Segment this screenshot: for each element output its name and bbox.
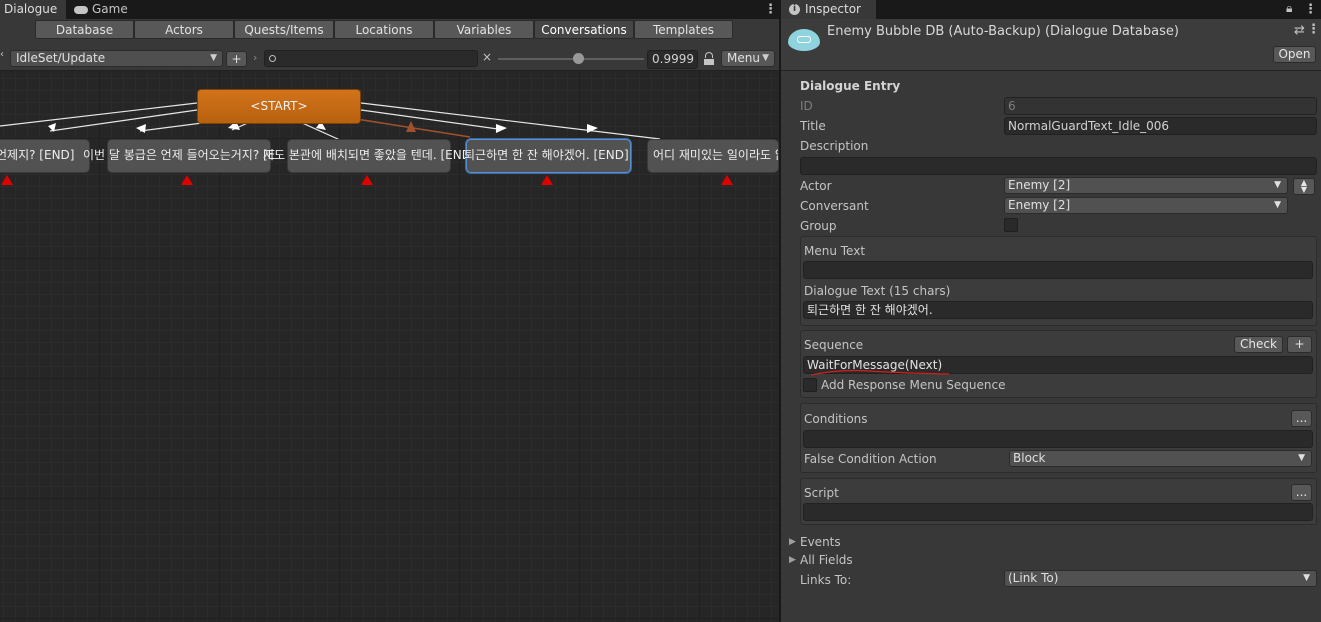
dialogue-text-label: Dialogue Text (15 chars) (804, 284, 951, 298)
section-dialogue-entry: Dialogue Entry (800, 79, 901, 93)
false-condition-value: Block (1013, 451, 1046, 465)
warning-marker-icon (361, 175, 373, 185)
info-icon: i (789, 4, 800, 15)
conditions-box: Conditions ... False Condition Action Bl… (800, 403, 1317, 473)
links-to-value: (Link To) (1008, 571, 1059, 585)
link-arrow-icon (496, 124, 507, 133)
title-label: Title (800, 119, 826, 133)
dialogue-node-text: 퇴근하면 한 잔 해야겠어. [END] (464, 148, 629, 162)
add-sequence-button[interactable]: + (1287, 336, 1312, 353)
id-field: 6 (1004, 97, 1317, 115)
all-fields-foldout[interactable]: All Fields (800, 553, 853, 567)
check-button[interactable]: Check (1234, 336, 1283, 353)
warning-marker-icon (181, 175, 193, 185)
more-options-icon[interactable]: ⋮ (1304, 0, 1317, 19)
false-condition-dropdown[interactable]: Block ▼ (1009, 450, 1312, 467)
dropdown-arrow-icon: ▼ (1274, 200, 1281, 210)
link-line (360, 102, 661, 140)
id-label: ID (800, 99, 813, 113)
lock-icon[interactable]: 🔒︎ (1286, 1, 1292, 16)
link-arrow-icon (136, 124, 146, 133)
inspector-tab-strip: i Inspector 🔒︎ ⋮ (781, 0, 1321, 19)
group-label: Group (800, 219, 837, 233)
menu-text-field[interactable] (803, 261, 1313, 279)
settings-sliders-icon[interactable]: ⇄ (1294, 23, 1305, 38)
script-wizard-button[interactable]: ... (1291, 484, 1312, 501)
conditions-field[interactable] (803, 430, 1313, 448)
events-foldout[interactable]: Events (800, 535, 841, 549)
add-response-checkbox[interactable] (803, 378, 817, 392)
start-node[interactable]: <START> (197, 89, 361, 124)
title-field[interactable]: NormalGuardText_Idle_006 (1004, 117, 1317, 135)
text-group-box: Menu Text Dialogue Text (15 chars) 퇴근하면 … (800, 236, 1317, 326)
tab-inspector-label: Inspector (805, 2, 861, 16)
dialogue-node-text: 이번 달 봉급은 언제 들어오는거지? [END] (83, 148, 275, 162)
dropdown-arrow-icon: ▼ (1303, 573, 1310, 583)
add-response-label: Add Response Menu Sequence (821, 378, 1006, 392)
script-field[interactable] (803, 503, 1313, 521)
dialogue-database-icon (788, 29, 820, 51)
dialogue-node-text: 언제지? [END] (0, 148, 75, 162)
actor-value: Enemy [2] (1008, 178, 1071, 192)
script-box: Script ... (800, 478, 1317, 525)
tab-inspector[interactable]: i Inspector (781, 0, 876, 19)
foldout-arrow-icon[interactable]: ▶ (789, 537, 796, 547)
actor-label: Actor (800, 179, 832, 193)
warning-marker-icon (541, 175, 553, 185)
description-field[interactable] (800, 157, 1317, 175)
dialogue-node[interactable]: 언제지? [END] (0, 139, 90, 173)
dialogue-node-text: 저도 본관에 배치되면 좋았을 텐데. [END] (263, 148, 466, 162)
inspector-pane: i Inspector 🔒︎ ⋮ Enemy Bubble DB (Auto-Ba… (781, 0, 1321, 622)
open-button[interactable]: Open (1273, 46, 1316, 63)
spellcheck-underline (810, 369, 950, 376)
conversant-label: Conversant (800, 199, 869, 213)
link-line (360, 109, 499, 130)
script-label: Script (804, 486, 839, 500)
dialogue-node-text: 어디 재미있는 일이라도 없나 (653, 148, 778, 162)
node-links (0, 102, 661, 141)
inspector-title: Enemy Bubble DB (Auto-Backup) (Dialogue … (827, 24, 1179, 39)
false-condition-label: False Condition Action (804, 452, 937, 466)
actor-dropdown[interactable]: Enemy [2] ▼ (1004, 177, 1288, 194)
sequence-box: Sequence Check + WaitForMessage(Next) Ad… (800, 330, 1317, 398)
group-checkbox[interactable] (1004, 218, 1018, 232)
link-line (49, 109, 198, 132)
foldout-arrow-icon[interactable]: ▶ (789, 555, 796, 565)
conversant-dropdown[interactable]: Enemy [2] ▼ (1004, 197, 1288, 214)
description-label: Description (800, 139, 869, 153)
inspector-header: Enemy Bubble DB (Auto-Backup) (Dialogue … (781, 19, 1321, 71)
dialogue-node[interactable]: 저도 본관에 배치되면 좋았을 텐데. [END] (263, 139, 466, 173)
conditions-wizard-button[interactable]: ... (1291, 410, 1312, 427)
dialogue-node[interactable]: 어디 재미있는 일이라도 없나 (647, 139, 779, 173)
dialogue-node[interactable]: 이번 달 봉급은 언제 들어오는거지? [END] (83, 139, 275, 173)
dropdown-arrow-icon: ▼ (1298, 453, 1305, 463)
links-to-label: Links To: (800, 573, 852, 587)
links-to-dropdown[interactable]: (Link To) ▼ (1004, 570, 1317, 587)
dropdown-arrow-icon: ▼ (1274, 180, 1281, 190)
dialogue-node-selected[interactable]: 퇴근하면 한 잔 해야겠어. [END] (464, 139, 631, 173)
dialogue-editor-pane: Dialogue Game ⋮ Database Actors Quests/I… (0, 0, 779, 622)
header-more-icon[interactable]: ⋮ (1307, 20, 1320, 39)
warning-marker-icon (721, 175, 733, 185)
conversant-value: Enemy [2] (1008, 198, 1071, 212)
sequence-label: Sequence (804, 338, 864, 352)
menu-text-label: Menu Text (804, 244, 866, 258)
dialogue-text-field[interactable]: 퇴근하면 한 잔 해야겠어. (803, 301, 1313, 319)
warning-marker-icon (1, 175, 13, 185)
conditions-label: Conditions (804, 412, 868, 426)
actor-stepper-icon[interactable]: ▲ ▼ (1293, 178, 1315, 195)
